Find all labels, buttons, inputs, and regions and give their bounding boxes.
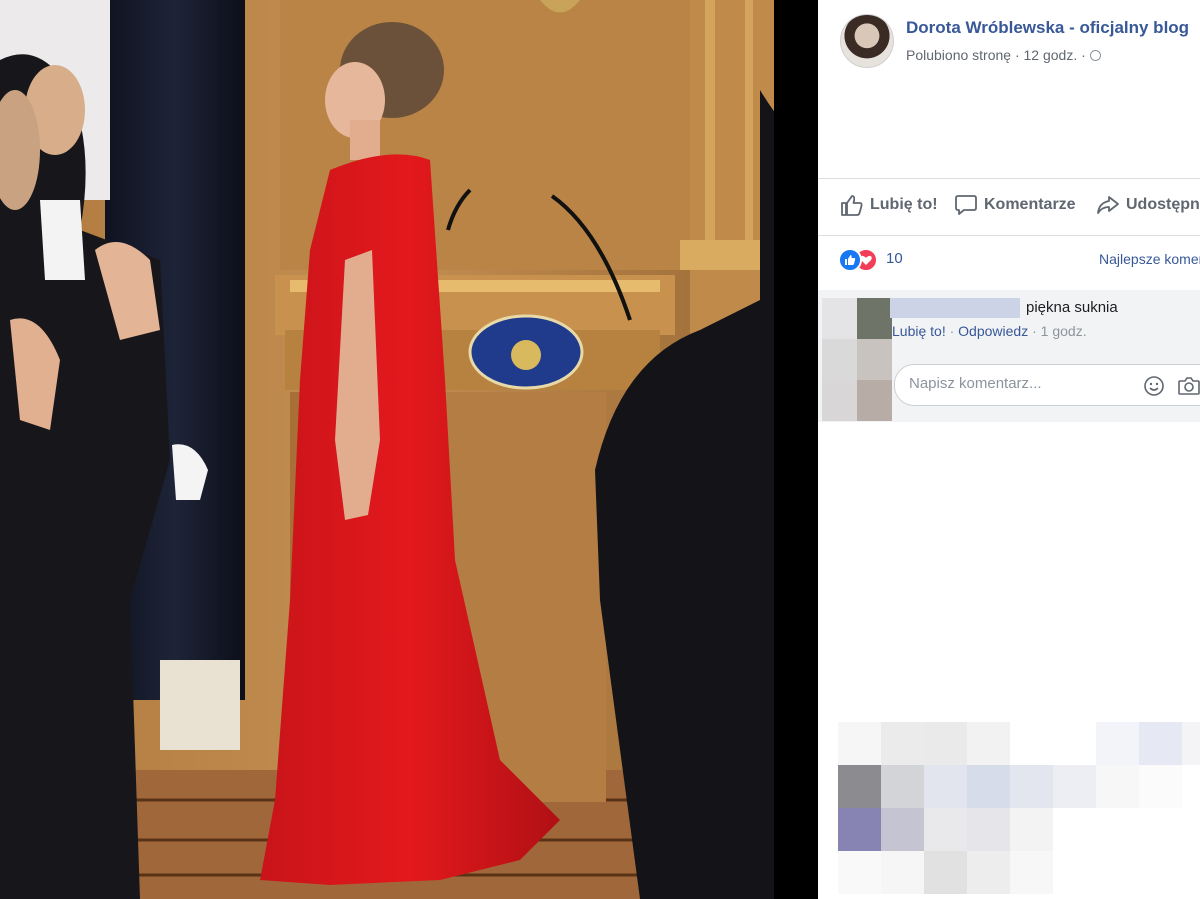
blurred-content — [838, 722, 1200, 899]
reaction-count: 10 — [886, 250, 903, 267]
blurred-commenter-name[interactable] — [890, 298, 1020, 318]
thumbs-up-icon — [841, 195, 863, 216]
comment-button[interactable]: Komentarze — [954, 194, 1076, 216]
post-actions-bar: Lubię to! Komentarze Udostępnij — [818, 178, 1200, 236]
comment-like-link[interactable]: Lubię to! — [892, 323, 946, 339]
event-photo-illustration — [0, 0, 818, 899]
comment-separator: · — [945, 323, 959, 339]
comments-section: piękna suknia Lubię to! · Odpowiedz · 1 … — [818, 290, 1200, 422]
share-button[interactable]: Udostępnij — [1096, 194, 1200, 216]
comment-composer[interactable] — [894, 364, 1200, 406]
post-panel: Dorota Wróblewska - oficjalny blog Polub… — [818, 0, 1200, 899]
globe-icon — [1089, 50, 1101, 61]
comment-button-label: Komentarze — [984, 196, 1076, 213]
comment-text: piękna suknia — [1026, 299, 1118, 316]
comment-time: · 1 godz. — [1028, 323, 1087, 339]
like-button[interactable]: Lubię to! — [840, 194, 938, 216]
comment-input[interactable] — [907, 374, 1131, 393]
page-avatar[interactable] — [840, 14, 894, 68]
page-name-link[interactable]: Dorota Wróblewska - oficjalny blog — [906, 18, 1189, 38]
post-header: Dorota Wróblewska - oficjalny blog Polub… — [840, 14, 1200, 70]
share-button-label: Udostępnij — [1126, 196, 1200, 213]
comment-reply-link[interactable]: Odpowiedz — [958, 323, 1028, 339]
comment-sort-dropdown[interactable]: Najlepsze komentarze — [1099, 251, 1200, 267]
share-arrow-icon — [1097, 196, 1119, 214]
like-reaction-icon — [838, 248, 862, 272]
post-meta-text: Polubiono stronę · 12 godz. · — [906, 47, 1086, 63]
post-photo[interactable] — [0, 0, 818, 899]
camera-icon[interactable] — [1177, 375, 1200, 397]
emoji-icon[interactable] — [1143, 375, 1165, 397]
speech-bubble-icon — [955, 195, 977, 215]
blurred-avatar — [822, 298, 892, 422]
like-button-label: Lubię to! — [870, 196, 938, 213]
reactions-summary[interactable]: 10 Najlepsze komentarze — [838, 246, 1200, 272]
post-meta: Polubiono stronę · 12 godz. · — [906, 47, 1101, 63]
comment-actions: Lubię to! · Odpowiedz · 1 godz. — [892, 323, 1087, 339]
